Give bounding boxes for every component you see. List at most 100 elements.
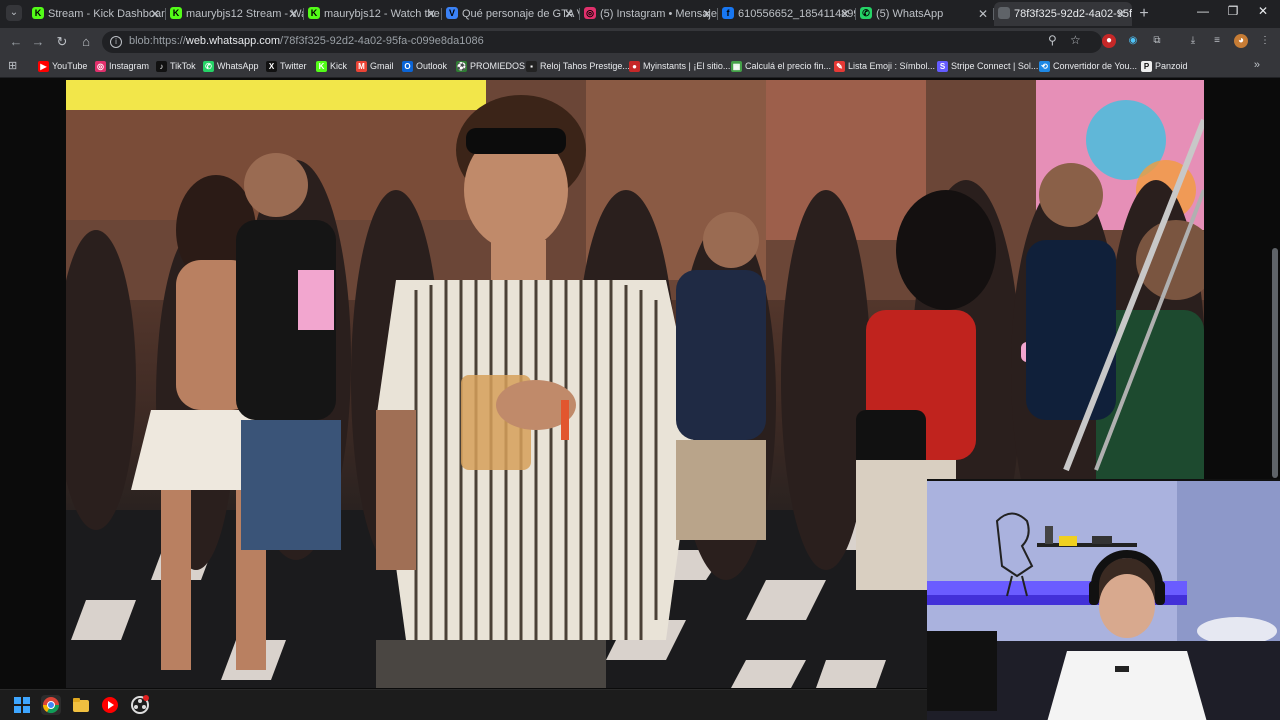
- bookmark-favicon-icon: S: [937, 61, 948, 72]
- star-icon[interactable]: ☆: [1070, 33, 1081, 47]
- file-explorer-icon[interactable]: [71, 695, 91, 715]
- tab-close-icon[interactable]: ✕: [288, 2, 298, 26]
- bookmark-label: Myinstants | ¡El sitio...: [643, 61, 731, 71]
- tab-close-icon[interactable]: ✕: [426, 2, 436, 26]
- tab-close-icon[interactable]: ✕: [564, 2, 574, 26]
- browser-tab[interactable]: ◎ (5) Instagram • Mensajes ✕: [580, 2, 718, 26]
- bookmark-label: Kick: [330, 61, 348, 71]
- browser-tab[interactable]: ✆ (5) WhatsApp ✕: [856, 2, 994, 26]
- tab-close-icon[interactable]: ✕: [150, 2, 160, 26]
- bookmark-calcul-el-precio-fin[interactable]: ▦ Calculá el precio fin...: [731, 60, 831, 74]
- bookmark-label: Outlook: [416, 61, 448, 71]
- bookmark-kick[interactable]: K Kick: [316, 60, 347, 74]
- browser-tab[interactable]: 78f3f325-92d2-4a02-95f ✕: [994, 2, 1132, 26]
- tab-close-icon[interactable]: ✕: [840, 2, 850, 26]
- bookmark-stripe-connect-sol[interactable]: S Stripe Connect | Sol...: [937, 60, 1038, 74]
- tab-close-icon[interactable]: ✕: [978, 2, 988, 26]
- download-icon[interactable]: ⤓: [1186, 34, 1200, 48]
- tab-title: maurybjs12 - Watch the V: [324, 8, 442, 20]
- bookmark-label: Calculá el precio fin...: [745, 61, 832, 71]
- tab-title: (5) WhatsApp: [876, 8, 944, 20]
- tab-title: Stream - Kick Dashboard: [48, 8, 166, 20]
- bookmark-whatsapp[interactable]: ✆ WhatsApp: [203, 60, 259, 74]
- address-bar[interactable]: i blob:https://web.whatsapp.com/78f3f325…: [102, 31, 1102, 53]
- puzzle-icon[interactable]: ⧉: [1150, 34, 1164, 48]
- bookmark-label: Panzoid: [1155, 61, 1188, 71]
- bookmark-label: YouTube: [52, 61, 88, 71]
- tab-favicon-icon: K: [170, 7, 182, 19]
- browser-tab[interactable]: Kmaurybjs12 - Watch the V ✕: [304, 2, 442, 26]
- bookmark-label: PROMIEDOS: [470, 61, 526, 71]
- url-text[interactable]: blob:https://web.whatsapp.com/78f3f325-9…: [129, 35, 484, 47]
- tab-title: 78f3f325-92d2-4a02-95f: [1014, 8, 1132, 20]
- bookmark-favicon-icon: ▶: [38, 61, 49, 72]
- bookmark-convertidor-de-you[interactable]: ⟲ Convertidor de You...: [1039, 60, 1137, 74]
- bookmark-outlook[interactable]: O Outlook: [402, 60, 447, 74]
- obs-icon[interactable]: [130, 695, 150, 715]
- bookmarks-overflow-icon[interactable]: »: [1254, 59, 1260, 71]
- menu-icon[interactable]: ⋮: [1258, 34, 1272, 48]
- new-tab-button[interactable]: +: [1134, 4, 1154, 24]
- browser-tab[interactable]: K Stream - Kick Dashboard ✕: [28, 2, 166, 26]
- bookmark-label: TikTok: [170, 61, 196, 71]
- taskbar: [0, 689, 927, 720]
- bookmark-favicon-icon: ▦: [731, 61, 742, 72]
- bookmark-promiedos[interactable]: ⚽ PROMIEDOS: [456, 60, 525, 74]
- tab-title: 610556652_1854114899: [738, 8, 856, 20]
- tab-close-icon[interactable]: ✕: [1116, 2, 1126, 26]
- back-arrow-icon[interactable]: ←: [6, 32, 26, 52]
- bookmark-reloj-tahos-prestige[interactable]: ▪ Reloj Tahos Prestige...: [526, 60, 630, 74]
- bookmark-favicon-icon: ✆: [203, 61, 214, 72]
- bookmark-favicon-icon: ⚽: [456, 61, 467, 72]
- scrollbar-thumb[interactable]: [1272, 248, 1278, 478]
- extension-red-icon[interactable]: ●: [1102, 34, 1116, 48]
- bookmark-favicon-icon: ●: [629, 61, 640, 72]
- bookmarks-bar: ⊞ ▶ YouTube ◎ Instagram ♪ TikTok ✆ WhatsApp X Twi…: [0, 56, 1280, 78]
- tab-search-icon[interactable]: ⌄: [6, 5, 22, 21]
- youtube-music-icon[interactable]: [100, 695, 120, 715]
- browser-tab[interactable]: Kmaurybjs12 Stream - Wat ✕: [166, 2, 304, 26]
- extension-audio-icon[interactable]: ◉: [1126, 34, 1140, 48]
- bookmark-myinstants-el-sitio[interactable]: ● Myinstants | ¡El sitio...: [629, 60, 730, 74]
- profile-avatar[interactable]: ◕: [1234, 34, 1248, 48]
- tab-close-icon[interactable]: ✕: [702, 2, 712, 26]
- bookmark-twitter[interactable]: X Twitter: [266, 60, 307, 74]
- bookmark-youtube[interactable]: ▶ YouTube: [38, 60, 87, 74]
- forward-arrow-icon[interactable]: →: [28, 32, 48, 52]
- bookmark-label: Instagram: [109, 61, 150, 71]
- home-icon[interactable]: ⌂: [76, 32, 96, 52]
- windows-start-icon[interactable]: [12, 695, 32, 715]
- browser-tab[interactable]: V Qué personaje de GTA Vi ✕: [442, 2, 580, 26]
- tab-strip: ⌄ K Stream - Kick Dashboard ✕ Kmaurybjs12 S…: [0, 0, 1280, 28]
- browser-tab[interactable]: f 610556652_1854114899 ✕: [718, 2, 856, 26]
- tab-favicon-icon: [998, 7, 1010, 19]
- bookmark-favicon-icon: ⟲: [1039, 61, 1050, 72]
- tab-favicon-icon: f: [722, 7, 734, 19]
- bookmark-favicon-icon: X: [266, 61, 277, 72]
- close-window-icon[interactable]: ✕: [1248, 4, 1278, 18]
- tabs: K Stream - Kick Dashboard ✕ Kmaurybjs12 Str…: [28, 2, 1132, 26]
- reading-list-icon[interactable]: ≡: [1210, 34, 1224, 48]
- bookmark-label: Stripe Connect | Sol...: [951, 61, 1039, 71]
- reload-icon[interactable]: ↻: [52, 32, 72, 52]
- maximize-icon[interactable]: ❐: [1218, 4, 1248, 18]
- bookmark-gmail[interactable]: M Gmail: [356, 60, 394, 74]
- toolbar: ← → ↻ ⌂ i blob:https://web.whatsapp.com/…: [0, 28, 1280, 56]
- apps-grid-icon[interactable]: ⊞: [8, 60, 20, 72]
- bookmark-tiktok[interactable]: ♪ TikTok: [156, 60, 196, 74]
- bookmark-label: Lista Emoji : Símbol...: [848, 61, 936, 71]
- bookmark-favicon-icon: ◎: [95, 61, 106, 72]
- bookmark-panzoid[interactable]: P Panzoid: [1141, 60, 1188, 74]
- bookmark-favicon-icon: O: [402, 61, 413, 72]
- chrome-icon[interactable]: [41, 695, 61, 715]
- tab-favicon-icon: ◎: [584, 7, 596, 19]
- minimize-icon[interactable]: —: [1188, 4, 1218, 18]
- bookmark-label: WhatsApp: [217, 61, 259, 71]
- bookmark-label: Reloj Tahos Prestige...: [540, 61, 630, 71]
- bookmark-lista-emoji-s-mbol[interactable]: ✎ Lista Emoji : Símbol...: [834, 60, 935, 74]
- bookmark-instagram[interactable]: ◎ Instagram: [95, 60, 149, 74]
- bookmark-label: Gmail: [370, 61, 394, 71]
- zoom-icon[interactable]: ⚲: [1048, 33, 1057, 47]
- site-info-icon[interactable]: i: [110, 36, 122, 48]
- bookmark-favicon-icon: ♪: [156, 61, 167, 72]
